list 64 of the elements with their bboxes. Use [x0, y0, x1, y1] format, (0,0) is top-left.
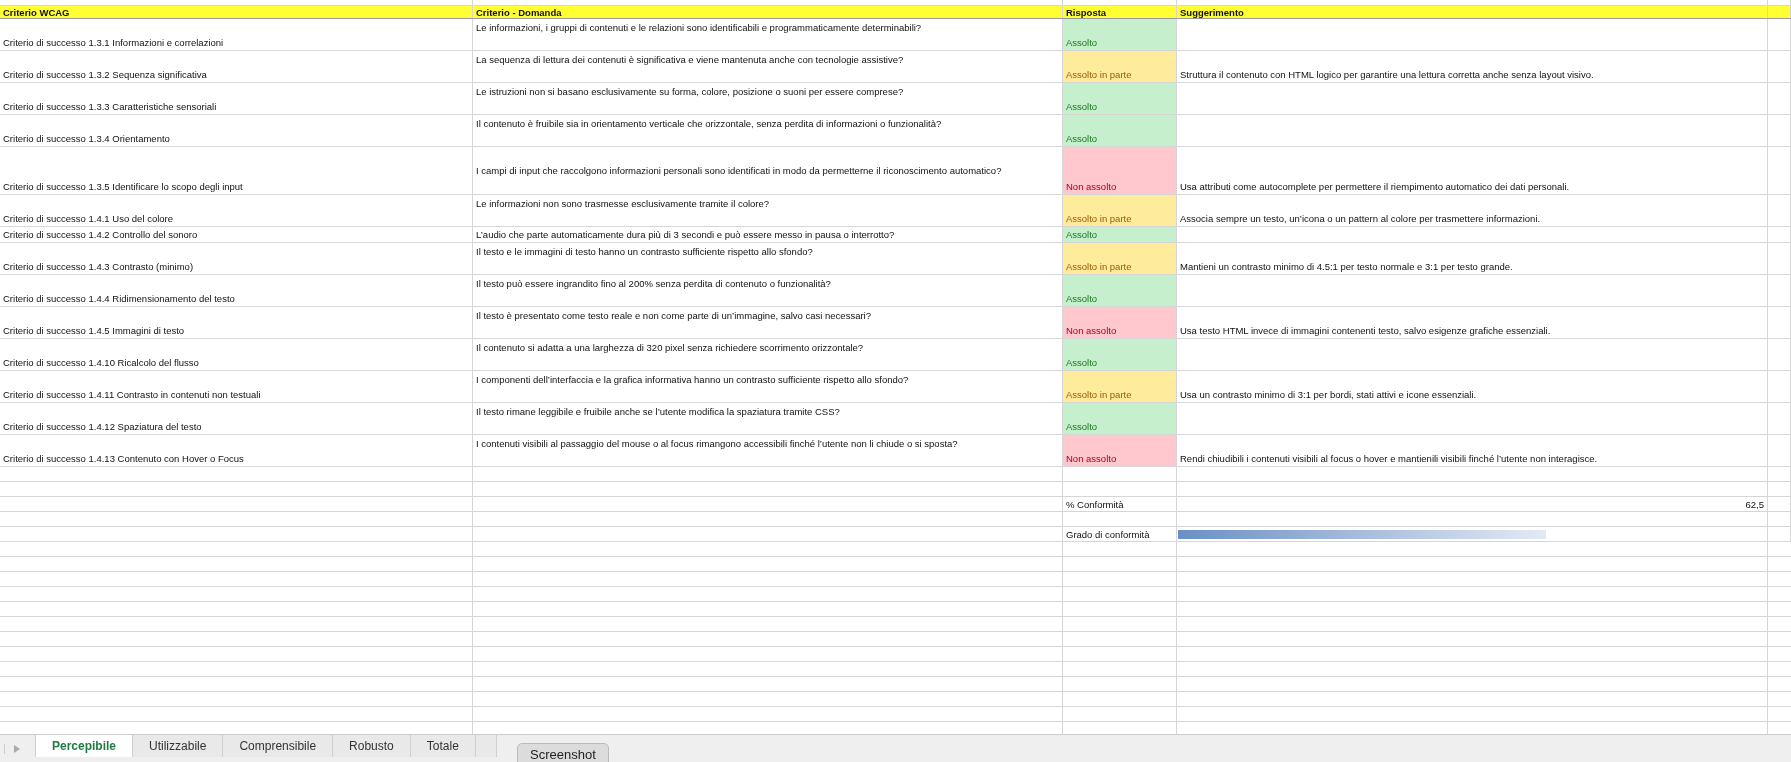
column-header: Suggerimento [1177, 6, 1768, 18]
table-cell: Le informazioni non sono trasmesse esclusivamente tramite il colore? [476, 198, 770, 209]
table-cell: Il contenuto si adatta a una larghezza di 320 pixel senza richiedere scorrimento orizzontale? [476, 342, 864, 353]
table-cell: La sequenza di lettura dei contenuti è significativa e viene mantenuta anche con tecnologie assistive? [476, 54, 904, 65]
table-cell: Grado di conformità [1066, 528, 1150, 540]
status-cell: Assolto in parte [1063, 371, 1177, 402]
sheet-tab[interactable] [475, 735, 497, 757]
status-cell: Assolto in parte [1063, 243, 1177, 274]
table-cell: Criterio di successo 1.4.3 Contrasto (minimo) [3, 261, 194, 272]
status-cell: Non assolto [1063, 147, 1177, 194]
table-cell: Criterio di successo 1.4.10 Ricalcolo del flusso [3, 357, 199, 368]
status-cell: Assolto in parte [1063, 195, 1177, 226]
status-cell: Non assolto [1063, 435, 1177, 466]
sheet-tab[interactable]: Robusto [333, 735, 411, 757]
column-header: Criterio - Domanda [473, 6, 1063, 18]
table-cell: Usa testo HTML invece di immagini contenenti testo, salvo esigenze grafiche essenziali. [1180, 325, 1551, 336]
table-cell: Il testo può essere ingrandito fino al 200% senza perdita di contenuto o funzionalità? [476, 278, 831, 289]
status-cell: Assolto [1063, 339, 1177, 370]
table-cell: L’audio che parte automaticamente dura più di 3 secondi e può essere messo in pausa o interrotto? [476, 229, 895, 240]
table-cell: Usa un contrasto minimo di 3:1 per bordi, stati attivi e icone essenziali. [1180, 389, 1477, 400]
table-cell: Criterio di successo 1.4.12 Spaziatura del testo [3, 421, 202, 432]
status-cell: Assolto [1063, 275, 1177, 306]
table-cell: Criterio di successo 1.4.11 Contrasto in contenuti non testuali [3, 389, 261, 400]
column-header: Risposta [1063, 6, 1177, 18]
table-cell: Il testo rimane leggibile e fruibile anche se l’utente modifica la spaziatura tramite CSS? [476, 406, 840, 417]
table-cell: Criterio di successo 1.3.3 Caratteristiche sensoriali [3, 101, 217, 112]
table-cell: 62,5 [1745, 498, 1764, 510]
sheet-tab[interactable]: Comprensibile [223, 735, 334, 757]
table-cell: I componenti dell’interfaccia e la grafica informativa hanno un contrasto sufficiente rispetto allo sfondo? [476, 374, 909, 385]
right-arrow-icon[interactable] [13, 744, 21, 754]
table-cell: Associa sempre un testo, un’icona o un pattern al colore per trasmettere informazioni. [1180, 213, 1541, 224]
table-cell: Criterio di successo 1.3.1 Informazioni e correlazioni [3, 37, 224, 48]
table-cell: Criterio di successo 1.4.5 Immagini di testo [3, 325, 185, 336]
sheet-tab[interactable]: Utilizzabile [133, 735, 224, 757]
table-cell: I contenuti visibili al passaggio del mouse o al focus rimangono accessibili finché l’utente non li chiude o si sposta? [476, 438, 958, 449]
table-cell: Criterio di successo 1.4.2 Controllo del sonoro [3, 229, 198, 240]
table-cell: I campi di input che raccolgono informazioni personali sono identificati in modo da permetterne il riconoscimento automatico? [476, 165, 1002, 176]
table-cell: Il testo e le immagini di testo hanno un contrasto sufficiente rispetto allo sfondo? [476, 246, 813, 257]
table-cell: Le istruzioni non si basano esclusivamente su forma, colore, posizione o suoni per essere comprese? [476, 86, 904, 97]
table-cell: Criterio di successo 1.4.4 Ridimensionamento del testo [3, 293, 235, 304]
status-cell: Non assolto [1063, 307, 1177, 338]
sheet-tab[interactable]: Percepibile [35, 735, 134, 757]
table-cell: Criterio di successo 1.3.2 Sequenza significativa [3, 69, 207, 80]
status-cell: Assolto [1063, 403, 1177, 434]
table-cell: % Conformità [1066, 498, 1124, 510]
table-cell: Mantieni un contrasto minimo di 4.5:1 per testo normale e 3:1 per testo grande. [1180, 261, 1513, 272]
status-cell: Assolto [1063, 115, 1177, 146]
sheet-tab[interactable]: Totale [410, 735, 476, 757]
status-cell: Assolto [1063, 83, 1177, 114]
table-cell: Le informazioni, i gruppi di contenuti e le relazioni sono identificabili e programmaticamente determinabili? [476, 22, 922, 33]
status-cell: Assolto [1063, 227, 1177, 242]
column-header: Criterio WCAG [0, 6, 473, 18]
table-cell: Criterio di successo 1.4.1 Uso del colore [3, 213, 174, 224]
table-cell: Criterio di successo 1.3.5 Identificare lo scopo degli input [3, 181, 243, 192]
table-cell: Criterio di successo 1.4.13 Contenuto con Hover o Focus [3, 453, 244, 464]
table-cell: Usa attributi come autocomplete per permettere il riempimento automatico dei dati personali. [1180, 181, 1570, 192]
table-cell: Rendi chiudibili i contenuti visibili al focus o hover e mantienili visibili finché l’utente non interagisce. [1180, 453, 1598, 464]
table-cell: Il testo è presentato come testo reale e non come parte di un’immagine, salvo casi necessari? [476, 310, 871, 321]
table-cell: Struttura il contenuto con HTML logico per garantire una lettura corretta anche senza layout visivo. [1180, 69, 1594, 80]
table-cell: Criterio di successo 1.3.4 Orientamento [3, 133, 170, 144]
status-cell: Assolto [1063, 19, 1177, 50]
tooltip: Screenshot [517, 743, 609, 762]
status-cell: Assolto in parte [1063, 51, 1177, 82]
table-cell: Il contenuto è fruibile sia in orientamento verticale che orizzontale, senza perdita di informazioni o funzionalità? [476, 118, 942, 129]
